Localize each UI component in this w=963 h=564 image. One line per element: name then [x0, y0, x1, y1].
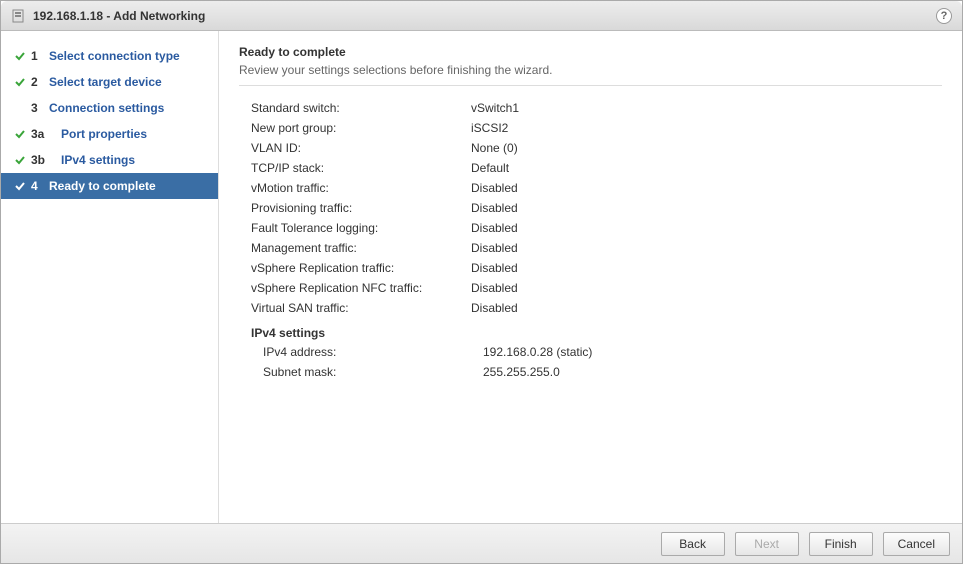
summary-key: Provisioning traffic: — [251, 201, 471, 215]
summary-key: IPv4 address: — [263, 345, 483, 359]
summary-row: TCP/IP stack:Default — [239, 158, 942, 178]
summary-key: Fault Tolerance logging: — [251, 221, 471, 235]
summary-row: vSphere Replication traffic:Disabled — [239, 258, 942, 278]
summary-row: IPv4 address:192.168.0.28 (static) — [239, 342, 942, 362]
summary-value: None (0) — [471, 141, 518, 155]
main-panel: Ready to complete Review your settings s… — [219, 31, 962, 523]
summary-row: VLAN ID:None (0) — [239, 138, 942, 158]
dialog-body: 1Select connection type2Select target de… — [1, 31, 962, 523]
check-icon — [13, 76, 27, 88]
summary-table: Standard switch:vSwitch1New port group:i… — [239, 98, 942, 318]
summary-row: Management traffic:Disabled — [239, 238, 942, 258]
step-number: 2 — [27, 75, 49, 89]
wizard-step-2[interactable]: 2Select target device — [1, 69, 218, 95]
step-number: 1 — [27, 49, 49, 63]
summary-key: Standard switch: — [251, 101, 471, 115]
step-label: Select connection type — [49, 49, 180, 63]
summary-row: vMotion traffic:Disabled — [239, 178, 942, 198]
wizard-steps-sidebar: 1Select connection type2Select target de… — [1, 31, 219, 523]
wizard-step-3a[interactable]: 3aPort properties — [1, 121, 218, 147]
cancel-button[interactable]: Cancel — [883, 532, 950, 556]
summary-value: Disabled — [471, 201, 518, 215]
summary-value: iSCSI2 — [471, 121, 508, 135]
titlebar: 192.168.1.18 - Add Networking ? — [1, 1, 962, 31]
wizard-step-4[interactable]: 4Ready to complete — [1, 173, 218, 199]
step-number: 3 — [27, 101, 49, 115]
dialog-add-networking: 192.168.1.18 - Add Networking ? 1Select … — [0, 0, 963, 564]
summary-key: Management traffic: — [251, 241, 471, 255]
summary-key: TCP/IP stack: — [251, 161, 471, 175]
summary-value: Disabled — [471, 281, 518, 295]
wizard-step-3[interactable]: 3Connection settings — [1, 95, 218, 121]
summary-key: vSphere Replication traffic: — [251, 261, 471, 275]
check-icon — [13, 128, 27, 140]
host-icon — [11, 9, 25, 23]
summary-key: New port group: — [251, 121, 471, 135]
dialog-footer: Back Next Finish Cancel — [1, 523, 962, 563]
summary-key: VLAN ID: — [251, 141, 471, 155]
step-number: 3a — [27, 127, 61, 141]
panel-title: Ready to complete — [239, 45, 942, 59]
dialog-title: 192.168.1.18 - Add Networking — [33, 9, 936, 23]
step-label: Select target device — [49, 75, 162, 89]
step-label: Connection settings — [49, 101, 164, 115]
summary-value: Disabled — [471, 181, 518, 195]
summary-key: vSphere Replication NFC traffic: — [251, 281, 471, 295]
step-number: 3b — [27, 153, 61, 167]
summary-key: Subnet mask: — [263, 365, 483, 379]
ipv4-table: IPv4 address:192.168.0.28 (static)Subnet… — [239, 342, 942, 382]
summary-value: 255.255.255.0 — [483, 365, 560, 379]
wizard-step-3b[interactable]: 3bIPv4 settings — [1, 147, 218, 173]
divider — [239, 85, 942, 86]
summary-row: Virtual SAN traffic:Disabled — [239, 298, 942, 318]
summary-key: Virtual SAN traffic: — [251, 301, 471, 315]
back-button[interactable]: Back — [661, 532, 725, 556]
check-icon — [13, 180, 27, 192]
step-label: Port properties — [61, 127, 147, 141]
summary-value: Disabled — [471, 241, 518, 255]
summary-key: vMotion traffic: — [251, 181, 471, 195]
step-label: IPv4 settings — [61, 153, 135, 167]
ipv4-section-header: IPv4 settings — [239, 318, 942, 342]
summary-row: Provisioning traffic:Disabled — [239, 198, 942, 218]
help-icon[interactable]: ? — [936, 8, 952, 24]
summary-row: Fault Tolerance logging:Disabled — [239, 218, 942, 238]
summary-value: vSwitch1 — [471, 101, 519, 115]
summary-row: Subnet mask:255.255.255.0 — [239, 362, 942, 382]
summary-value: Disabled — [471, 301, 518, 315]
summary-row: Standard switch:vSwitch1 — [239, 98, 942, 118]
summary-row: vSphere Replication NFC traffic:Disabled — [239, 278, 942, 298]
next-button[interactable]: Next — [735, 532, 799, 556]
summary-value: 192.168.0.28 (static) — [483, 345, 592, 359]
summary-value: Disabled — [471, 261, 518, 275]
panel-subtitle: Review your settings selections before f… — [239, 63, 942, 77]
check-icon — [13, 50, 27, 62]
check-icon — [13, 154, 27, 166]
summary-value: Default — [471, 161, 509, 175]
summary-value: Disabled — [471, 221, 518, 235]
finish-button[interactable]: Finish — [809, 532, 873, 556]
step-number: 4 — [27, 179, 49, 193]
summary-row: New port group:iSCSI2 — [239, 118, 942, 138]
step-label: Ready to complete — [49, 179, 156, 193]
wizard-step-1[interactable]: 1Select connection type — [1, 43, 218, 69]
